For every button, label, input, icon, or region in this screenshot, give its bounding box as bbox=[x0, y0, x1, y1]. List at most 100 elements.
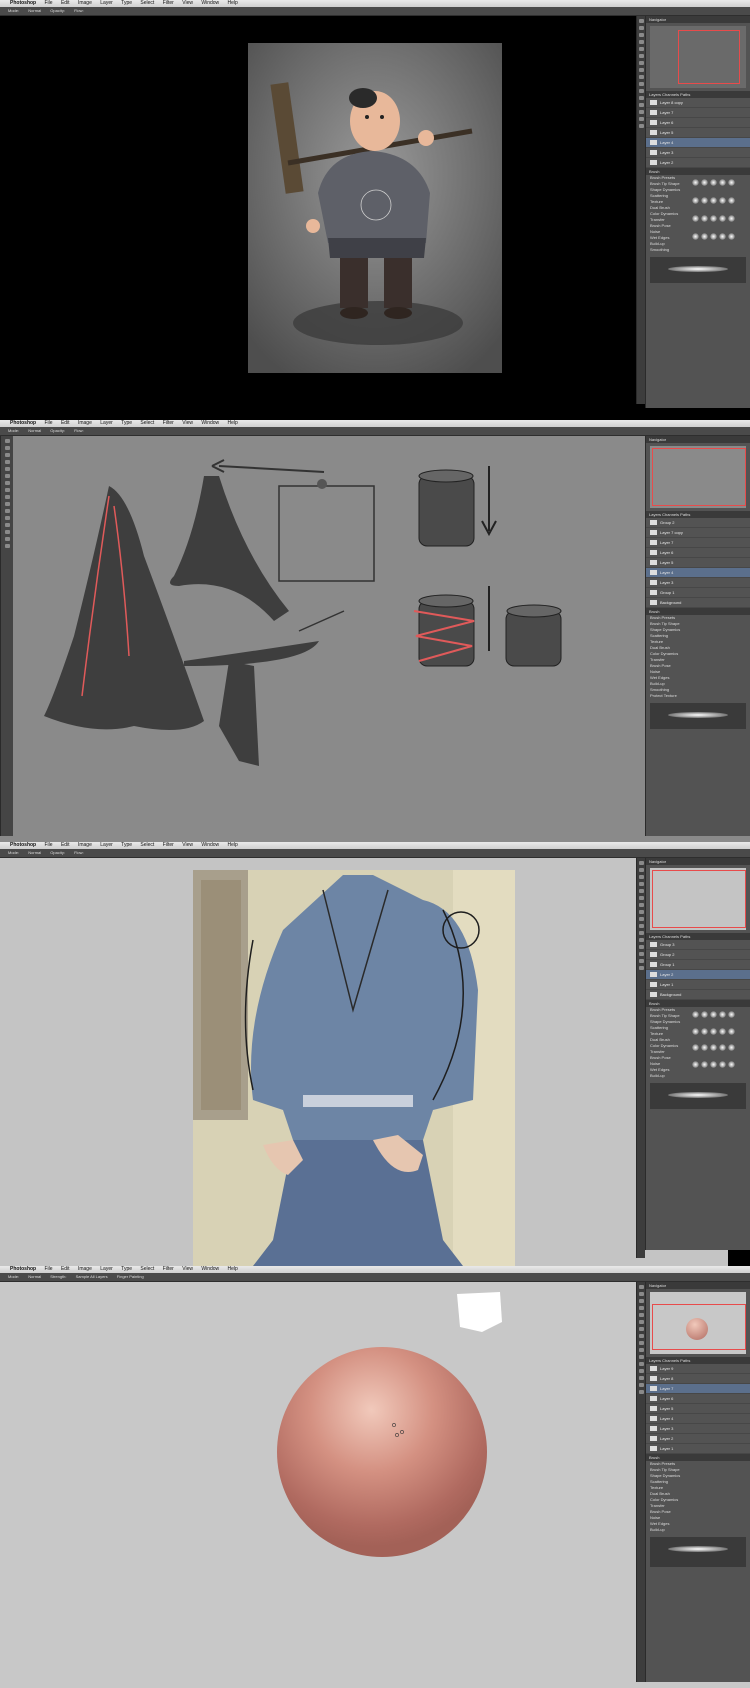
layer-row[interactable]: Layer 8 bbox=[646, 1374, 750, 1384]
layer-row[interactable]: Layer 6 bbox=[646, 548, 750, 558]
menu-window[interactable]: Window bbox=[201, 420, 219, 426]
brush-option[interactable]: Build-up bbox=[646, 1527, 750, 1533]
navigator-header[interactable]: Navigator bbox=[646, 436, 750, 443]
menu-filter[interactable]: Filter bbox=[163, 842, 174, 848]
menu-filter[interactable]: Filter bbox=[163, 1266, 174, 1272]
menu-image[interactable]: Image bbox=[78, 420, 92, 426]
layer-row[interactable]: Layer 7 bbox=[646, 108, 750, 118]
layer-row[interactable]: Layer 7 copy bbox=[646, 528, 750, 538]
layer-row[interactable]: Layer 3 bbox=[646, 578, 750, 588]
brush-options-list[interactable]: Brush Presets Brush Tip Shape Shape Dyna… bbox=[646, 1461, 750, 1533]
mode-select[interactable]: Normal bbox=[28, 1274, 41, 1279]
tools-panel[interactable] bbox=[0, 436, 13, 836]
tools-panel[interactable] bbox=[636, 1282, 645, 1682]
layer-row[interactable]: Layer 1 bbox=[646, 1444, 750, 1454]
tab-channels[interactable]: Channels bbox=[662, 512, 679, 517]
layer-row[interactable]: Group 1 bbox=[646, 960, 750, 970]
mode-select[interactable]: Normal bbox=[28, 428, 41, 433]
sample-all-layers-checkbox[interactable]: Sample All Layers bbox=[76, 1274, 108, 1279]
layer-row-selected[interactable]: Layer 4 bbox=[646, 138, 750, 148]
tab-paths[interactable]: Paths bbox=[680, 1358, 690, 1363]
app-menu[interactable]: Photoshop bbox=[10, 1266, 36, 1272]
tab-layers[interactable]: Layers bbox=[649, 512, 661, 517]
menu-file[interactable]: File bbox=[45, 0, 53, 6]
menu-help[interactable]: Help bbox=[228, 0, 238, 6]
menu-select[interactable]: Select bbox=[140, 842, 154, 848]
menu-view[interactable]: View bbox=[182, 842, 193, 848]
layers-tabs[interactable]: Layers Channels Paths bbox=[646, 91, 750, 98]
layer-row[interactable]: Layer 5 bbox=[646, 128, 750, 138]
menu-window[interactable]: Window bbox=[201, 842, 219, 848]
menu-edit[interactable]: Edit bbox=[61, 842, 70, 848]
layers-tabs[interactable]: Layers Channels Paths bbox=[646, 933, 750, 940]
menu-file[interactable]: File bbox=[45, 842, 53, 848]
brush-option[interactable]: Build-up bbox=[646, 1073, 688, 1079]
brush-options-list[interactable]: Brush Presets Brush Tip Shape Shape Dyna… bbox=[646, 175, 688, 253]
menu-filter[interactable]: Filter bbox=[163, 0, 174, 6]
menu-window[interactable]: Window bbox=[201, 1266, 219, 1272]
brush-option[interactable]: Smoothing bbox=[646, 247, 688, 253]
menu-view[interactable]: View bbox=[182, 1266, 193, 1272]
tools-panel[interactable] bbox=[636, 858, 645, 1258]
layer-row[interactable]: Group 1 bbox=[646, 588, 750, 598]
menu-window[interactable]: Window bbox=[201, 0, 219, 6]
menu-help[interactable]: Help bbox=[228, 420, 238, 426]
menu-type[interactable]: Type bbox=[121, 420, 132, 426]
navigator-preview[interactable] bbox=[650, 26, 746, 88]
drapery-sketch-canvas[interactable] bbox=[14, 436, 634, 836]
menu-layer[interactable]: Layer bbox=[100, 842, 113, 848]
navigator-header[interactable]: Navigator bbox=[646, 858, 750, 865]
character-canvas[interactable] bbox=[248, 43, 502, 373]
menu-file[interactable]: File bbox=[45, 1266, 53, 1272]
menu-layer[interactable]: Layer bbox=[100, 1266, 113, 1272]
brush-header[interactable]: Brush bbox=[646, 1000, 750, 1007]
menu-help[interactable]: Help bbox=[228, 842, 238, 848]
app-menu[interactable]: Photoshop bbox=[10, 842, 36, 848]
brush-header[interactable]: Brush bbox=[646, 608, 750, 615]
menu-layer[interactable]: Layer bbox=[100, 0, 113, 6]
menu-edit[interactable]: Edit bbox=[61, 1266, 70, 1272]
layer-row[interactable]: Group 3 bbox=[646, 940, 750, 950]
layer-row[interactable]: Layer 1 bbox=[646, 980, 750, 990]
menu-type[interactable]: Type bbox=[121, 1266, 132, 1272]
menu-select[interactable]: Select bbox=[140, 1266, 154, 1272]
layer-row[interactable]: Layer 3 bbox=[646, 148, 750, 158]
app-menu[interactable]: Photoshop bbox=[10, 420, 36, 426]
menu-view[interactable]: View bbox=[182, 420, 193, 426]
menu-type[interactable]: Type bbox=[121, 0, 132, 6]
layer-row-selected[interactable]: Layer 2 bbox=[646, 970, 750, 980]
brush-option[interactable]: Protect Texture bbox=[646, 693, 750, 699]
menu-layer[interactable]: Layer bbox=[100, 420, 113, 426]
layer-row-selected[interactable]: Layer 4 bbox=[646, 568, 750, 578]
navigator-header[interactable]: Navigator bbox=[646, 16, 750, 23]
menu-image[interactable]: Image bbox=[78, 0, 92, 6]
layer-row[interactable]: Layer 2 bbox=[646, 1434, 750, 1444]
menu-file[interactable]: File bbox=[45, 420, 53, 426]
menu-select[interactable]: Select bbox=[140, 0, 154, 6]
tab-layers[interactable]: Layers bbox=[649, 92, 661, 97]
layer-row[interactable]: Background bbox=[646, 598, 750, 608]
layer-row[interactable]: Layer 3 bbox=[646, 1424, 750, 1434]
sphere-canvas[interactable] bbox=[12, 1282, 634, 1688]
tab-channels[interactable]: Channels bbox=[662, 934, 679, 939]
brush-header[interactable]: Brush bbox=[646, 1454, 750, 1461]
layer-row[interactable]: Layer 9 bbox=[646, 1364, 750, 1374]
menu-view[interactable]: View bbox=[182, 0, 193, 6]
menu-edit[interactable]: Edit bbox=[61, 0, 70, 6]
tab-channels[interactable]: Channels bbox=[662, 1358, 679, 1363]
menu-select[interactable]: Select bbox=[140, 420, 154, 426]
tab-layers[interactable]: Layers bbox=[649, 934, 661, 939]
tab-paths[interactable]: Paths bbox=[680, 934, 690, 939]
tools-panel[interactable] bbox=[636, 16, 645, 404]
menu-edit[interactable]: Edit bbox=[61, 420, 70, 426]
mode-select[interactable]: Normal bbox=[28, 850, 41, 855]
layer-row[interactable]: Layer 8 copy bbox=[646, 98, 750, 108]
layer-row-selected[interactable]: Layer 7 bbox=[646, 1384, 750, 1394]
brush-header[interactable]: Brush bbox=[646, 168, 750, 175]
menu-help[interactable]: Help bbox=[228, 1266, 238, 1272]
navigator-preview[interactable] bbox=[650, 868, 746, 930]
tab-channels[interactable]: Channels bbox=[662, 92, 679, 97]
brush-tip-grid[interactable] bbox=[688, 1007, 739, 1079]
brush-options-list[interactable]: Brush Presets Brush Tip Shape Shape Dyna… bbox=[646, 1007, 688, 1079]
layer-row[interactable]: Layer 2 bbox=[646, 158, 750, 168]
